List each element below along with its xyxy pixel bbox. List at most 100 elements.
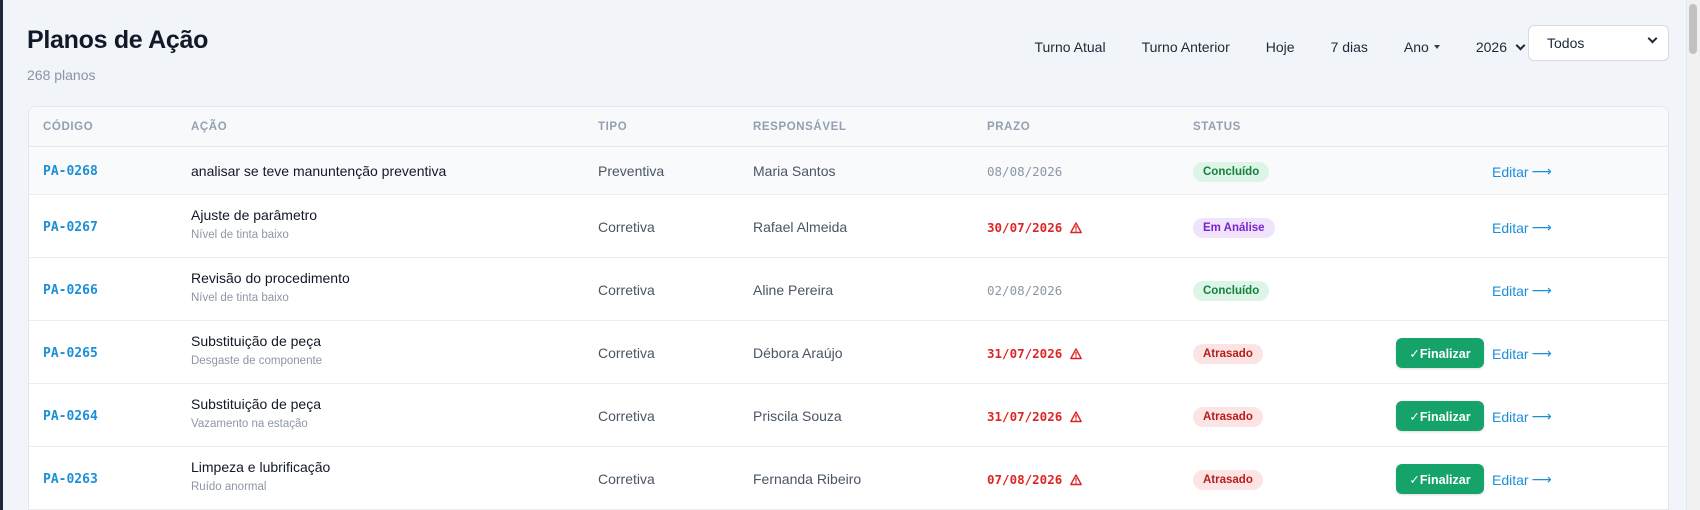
deadline: 31/07/2026 <box>987 346 1083 361</box>
edit-label: Editar <box>1492 282 1529 299</box>
window-edge <box>0 0 3 510</box>
edit-label: Editar <box>1492 163 1529 180</box>
chevron-down-icon <box>1647 33 1658 44</box>
deadline-date: 07/08/2026 <box>987 472 1063 487</box>
edit-link[interactable]: Editar ⟶ <box>1492 282 1552 299</box>
deadline: 08/08/2026 <box>987 164 1062 179</box>
finalize-button[interactable]: ✓Finalizar <box>1396 401 1484 431</box>
action-title: Revisão do procedimento <box>191 270 350 286</box>
responsible-name: Maria Santos <box>753 163 836 179</box>
deadline-date: 31/07/2026 <box>987 346 1063 361</box>
plan-code-link[interactable]: PA-0265 <box>43 346 98 361</box>
action-type: Preventiva <box>598 163 665 179</box>
arrow-right-icon: ⟶ <box>1531 471 1552 487</box>
edit-link[interactable]: Editar ⟶ <box>1492 408 1552 425</box>
filter-hoje[interactable]: Hoje <box>1266 39 1295 55</box>
column-header-codigo: CÓDIGO <box>43 121 94 133</box>
responsible-name: Fernanda Ribeiro <box>753 471 862 487</box>
edit-label: Editar <box>1492 408 1529 425</box>
action-title: Limpeza e lubrificação <box>191 459 331 475</box>
year-select-value: 2026 <box>1475 39 1507 55</box>
edit-label: Editar <box>1492 345 1529 362</box>
plan-code-link[interactable]: PA-0263 <box>43 472 98 487</box>
arrow-right-icon: ⟶ <box>1531 408 1552 424</box>
action-type: Corretiva <box>598 408 655 424</box>
edit-link[interactable]: Editar ⟶ <box>1492 219 1552 236</box>
column-header-responsavel: RESPONSÁVEL <box>753 121 847 133</box>
plan-count: 268 planos <box>27 67 96 83</box>
table-row: PA-0267 Ajuste de parâmetro Nível de tinta… <box>29 195 1668 258</box>
arrow-right-icon: ⟶ <box>1531 219 1552 235</box>
page-title: Planos de Ação <box>27 26 209 54</box>
action-title: Substituição de peça <box>191 333 321 349</box>
action-subtitle: Ruído anormal <box>191 481 267 493</box>
action-type: Corretiva <box>598 345 655 361</box>
action-cell: Substituição de peça Desgaste de componen… <box>191 333 322 367</box>
action-title: Ajuste de parâmetro <box>191 207 318 223</box>
responsible-name: Priscila Souza <box>753 408 842 424</box>
plan-code-link[interactable]: PA-0268 <box>43 164 98 179</box>
table-row: PA-0263 Limpeza e lubrificação Ruído anorm… <box>29 447 1668 510</box>
arrow-right-icon: ⟶ <box>1531 345 1552 361</box>
finalize-button[interactable]: ✓Finalizar <box>1396 338 1484 368</box>
action-cell: Limpeza e lubrificação Ruído anormal <box>191 459 330 493</box>
plan-code-link[interactable]: PA-0264 <box>43 409 98 424</box>
column-header-status: STATUS <box>1193 121 1241 133</box>
scrollbar-thumb[interactable] <box>1689 4 1697 54</box>
page-header: Planos de Ação 268 planos <box>27 26 208 83</box>
table-row: PA-0264 Substituição de peça Vazamento na … <box>29 384 1668 447</box>
edit-label: Editar <box>1492 471 1529 488</box>
status-filter-select[interactable]: Todos <box>1528 25 1669 61</box>
action-subtitle: Nível de tinta baixo <box>191 292 289 304</box>
table-row: PA-0266 Revisão do procedimento Nível de t… <box>29 258 1668 321</box>
status-badge: Atrasado <box>1193 470 1263 490</box>
warning-icon <box>1070 410 1083 423</box>
period-dropdown-label: Ano <box>1403 39 1429 55</box>
edit-link[interactable]: Editar ⟶ <box>1492 471 1552 488</box>
edit-link[interactable]: Editar ⟶ <box>1492 163 1552 180</box>
arrow-right-icon: ⟶ <box>1531 163 1552 179</box>
action-type: Corretiva <box>598 282 655 298</box>
finalize-button[interactable]: ✓Finalizar <box>1396 464 1484 494</box>
scrollbar[interactable] <box>1686 0 1700 510</box>
period-filters: Turno Atual Turno Anterior Hoje 7 dias A… <box>1034 32 1526 62</box>
column-header-prazo: PRAZO <box>987 121 1031 133</box>
deadline-date: 02/08/2026 <box>987 283 1063 298</box>
year-select[interactable]: 2026 <box>1475 39 1526 55</box>
filter-turno-atual[interactable]: Turno Atual <box>1034 39 1105 55</box>
status-filter-value: Todos <box>1547 35 1585 51</box>
action-cell: Substituição de peça Vazamento na estação <box>191 396 321 430</box>
action-cell: analisar se teve manuntenção preventiva <box>191 163 446 179</box>
warning-icon <box>1070 347 1083 360</box>
status-badge: Em Análise <box>1193 218 1275 238</box>
edit-link[interactable]: Editar ⟶ <box>1492 345 1552 362</box>
action-subtitle: Vazamento na estação <box>191 418 308 430</box>
action-subtitle: Desgaste de componente <box>191 355 323 367</box>
responsible-name: Débora Araújo <box>753 345 843 361</box>
plan-code-link[interactable]: PA-0266 <box>43 283 98 298</box>
plan-code-link[interactable]: PA-0267 <box>43 220 98 235</box>
status-badge: Atrasado <box>1193 407 1263 427</box>
deadline: 31/07/2026 <box>987 409 1083 424</box>
deadline: 30/07/2026 <box>987 220 1083 235</box>
action-subtitle: Nível de tinta baixo <box>191 229 289 241</box>
edit-label: Editar <box>1492 219 1529 236</box>
column-header-acao: AÇÃO <box>191 121 228 133</box>
responsible-name: Rafael Almeida <box>753 219 848 235</box>
table-row: PA-0265 Substituição de peça Desgaste de c… <box>29 321 1668 384</box>
deadline-date: 08/08/2026 <box>987 164 1063 179</box>
action-title: Substituição de peça <box>191 396 321 412</box>
caret-down-icon <box>1433 45 1440 49</box>
action-cell: Revisão do procedimento Nível de tinta ba… <box>191 270 350 304</box>
status-badge: Atrasado <box>1193 344 1263 364</box>
period-dropdown[interactable]: Ano <box>1404 39 1440 55</box>
deadline: 02/08/2026 <box>987 283 1062 298</box>
table-row: PA-0268 analisar se teve manuntenção prev… <box>29 147 1668 195</box>
action-type: Corretiva <box>598 219 655 235</box>
warning-icon <box>1070 473 1083 486</box>
filter-turno-anterior[interactable]: Turno Anterior <box>1142 39 1230 55</box>
filter-7-dias[interactable]: 7 dias <box>1331 39 1368 55</box>
action-type: Corretiva <box>598 471 655 487</box>
chevron-down-icon <box>1515 40 1526 50</box>
column-header-tipo: TIPO <box>598 121 628 133</box>
